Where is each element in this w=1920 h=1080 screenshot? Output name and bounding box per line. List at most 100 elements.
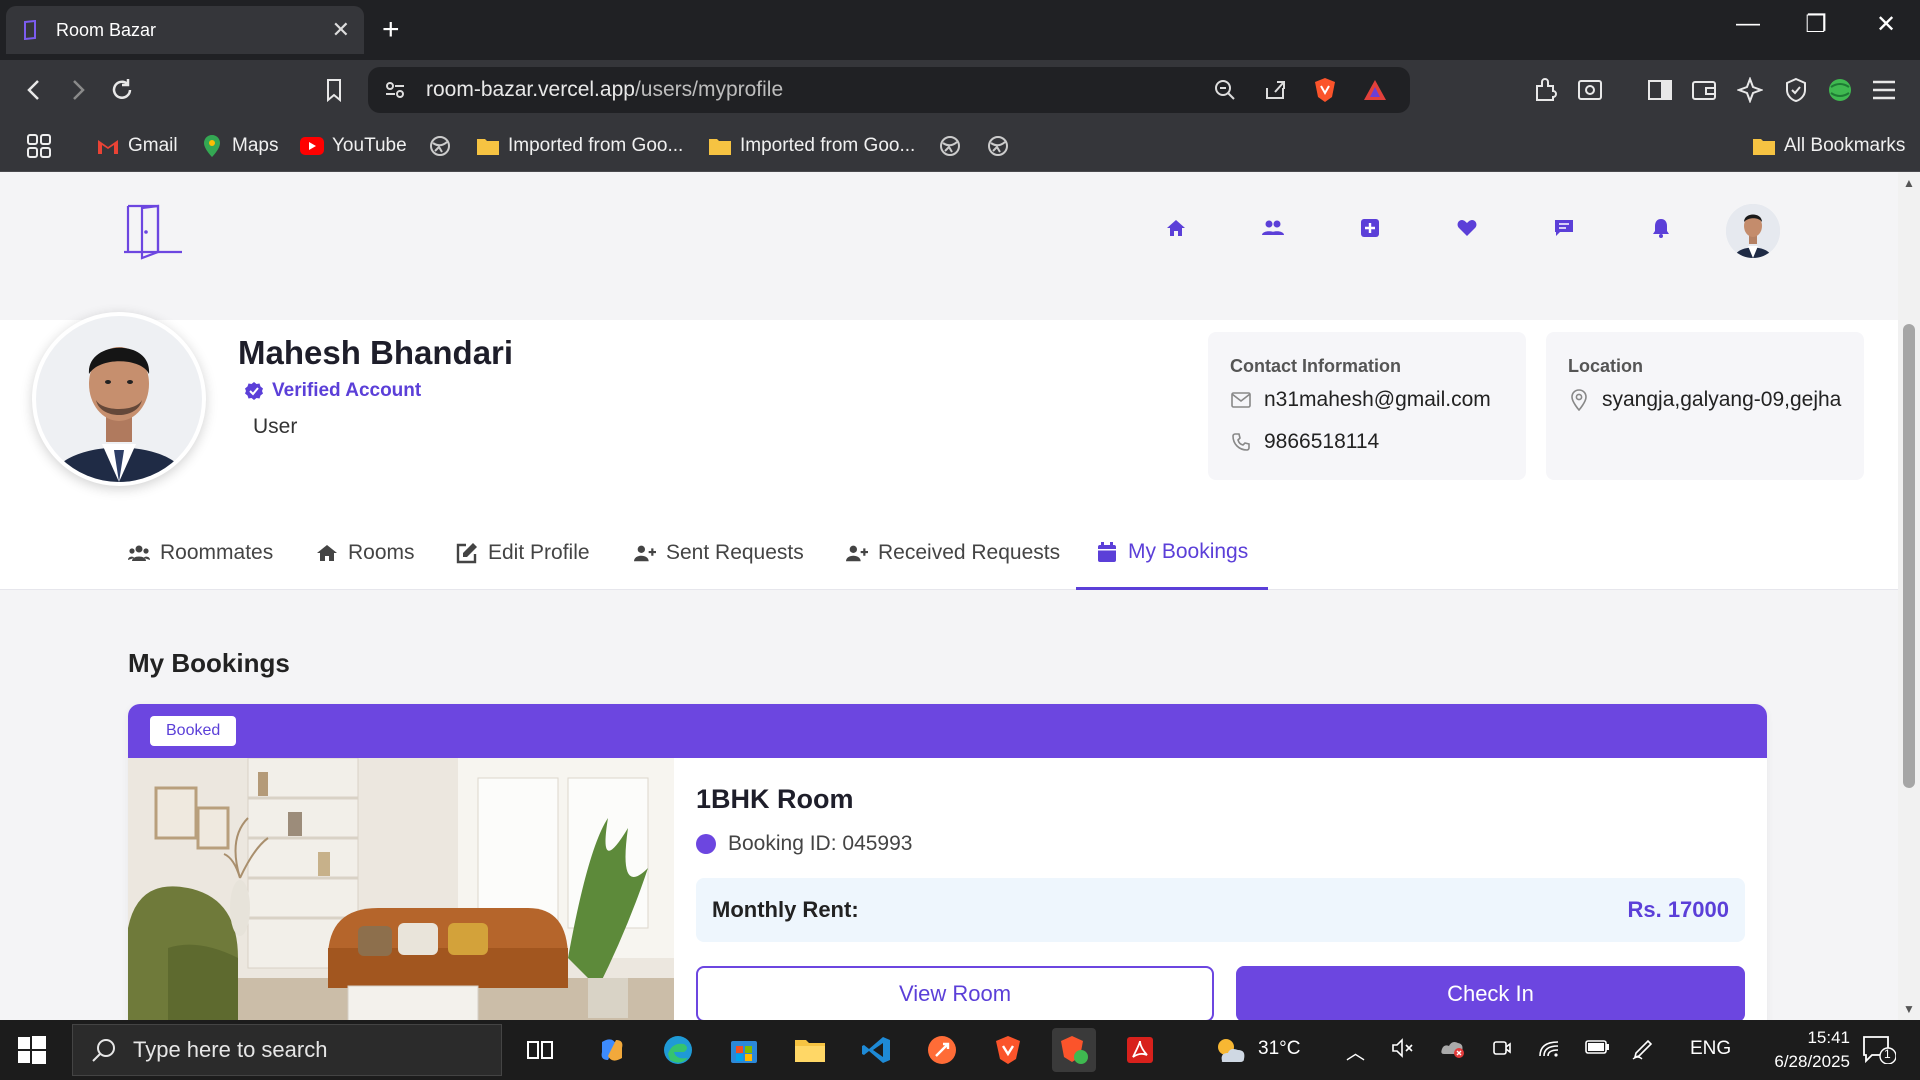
bookmark-label: Gmail (128, 135, 178, 156)
bookings-panel: My Bookings Booked 1BHK Room Booking ID:… (104, 590, 1794, 1020)
reload-icon[interactable] (106, 74, 138, 106)
tray-chevron-icon[interactable]: ︿ (1346, 1038, 1365, 1065)
browser-titlebar: Room Bazar ✕ + — ❐ ✕ (0, 0, 1920, 60)
profile-globe-icon[interactable] (1824, 74, 1856, 106)
tab-label: Edit Profile (488, 541, 590, 564)
room-image[interactable] (128, 758, 674, 1020)
tab-roommates[interactable]: Roommates (108, 516, 293, 590)
windows-start-icon[interactable] (18, 1036, 46, 1064)
bookmark-youtube[interactable]: YouTube (300, 132, 407, 160)
notification-count: 1 (1884, 1047, 1891, 1061)
folder-icon (1752, 134, 1776, 158)
all-bookmarks[interactable]: All Bookmarks (1752, 132, 1905, 160)
bell-icon[interactable] (1649, 216, 1673, 240)
vscode-icon[interactable] (854, 1028, 898, 1072)
minimize-icon[interactable]: — (1728, 10, 1768, 38)
zoom-icon[interactable] (1210, 75, 1240, 105)
bookmark-label: Imported from Goo... (508, 135, 684, 156)
profile-avatar (32, 312, 206, 486)
acrobat-icon[interactable] (1118, 1028, 1162, 1072)
file-explorer-icon[interactable] (788, 1028, 832, 1072)
store-icon[interactable] (722, 1028, 766, 1072)
bookmark-maps[interactable]: Maps (200, 132, 278, 160)
mail-icon (1230, 389, 1252, 411)
tab-close-icon[interactable]: ✕ (332, 17, 350, 43)
home-icon[interactable] (1164, 216, 1188, 240)
bookmark-folder-2[interactable]: Imported from Goo... (708, 132, 915, 160)
site-settings-icon[interactable] (380, 75, 410, 105)
all-bookmarks-label: All Bookmarks (1784, 135, 1906, 156)
phone-icon (1230, 431, 1252, 453)
brave-icon[interactable] (986, 1028, 1030, 1072)
room-title: 1BHK Room (696, 784, 854, 814)
reader-icon[interactable] (1574, 74, 1606, 106)
view-room-button[interactable]: View Room (696, 966, 1214, 1020)
check-in-button[interactable]: Check In (1236, 966, 1745, 1020)
postman-icon[interactable] (920, 1028, 964, 1072)
edge-icon[interactable] (656, 1028, 700, 1072)
monthly-rent-box: Monthly Rent: Rs. 17000 (696, 878, 1745, 942)
bookmark-folder-1[interactable]: Imported from Goo... (476, 132, 683, 160)
new-tab-icon[interactable]: + (382, 12, 400, 48)
page-scrollbar[interactable]: ▲ ▼ (1898, 172, 1920, 1020)
header-avatar[interactable] (1726, 204, 1780, 258)
scroll-down-icon[interactable]: ▼ (1903, 1002, 1915, 1016)
extensions-icon[interactable] (1530, 74, 1562, 106)
back-icon[interactable] (18, 74, 50, 106)
battery-icon[interactable] (1584, 1038, 1610, 1062)
taskbar-clock[interactable]: 15:41 6/28/2025 (1750, 1026, 1850, 1074)
tab-sent-requests[interactable]: Sent Requests (614, 516, 824, 590)
profile-tabs: Roommates Rooms Edit Profile Sent Reques… (0, 516, 1898, 590)
volume-muted-icon[interactable] (1392, 1038, 1414, 1064)
wallet-icon[interactable] (1688, 74, 1720, 106)
leo-ai-icon[interactable] (1734, 74, 1766, 106)
address-bar[interactable]: room-bazar.vercel.app/users/myprofile (368, 67, 1410, 113)
browser-tab-active[interactable]: Room Bazar ✕ (6, 6, 364, 54)
share-icon[interactable] (1260, 75, 1290, 105)
scrollbar-thumb[interactable] (1903, 324, 1915, 788)
bookmark-gmail[interactable]: Gmail (96, 132, 178, 160)
users-icon[interactable] (1261, 216, 1285, 240)
contact-info-box: Contact Information n31mahesh@gmail.com … (1208, 332, 1526, 480)
forward-icon[interactable] (62, 74, 94, 106)
sidebar-icon[interactable] (1644, 74, 1676, 106)
maps-icon (200, 134, 224, 158)
bookmark-globe-3[interactable] (986, 132, 1018, 160)
menu-icon[interactable] (1868, 74, 1900, 106)
location-value: syangja,galyang-09,gejha (1602, 388, 1842, 411)
heart-icon[interactable] (1455, 216, 1479, 240)
brave-active-icon[interactable] (1052, 1028, 1096, 1072)
notifications-icon[interactable]: 1 (1862, 1034, 1897, 1070)
bookmark-globe-2[interactable] (938, 132, 970, 160)
taskbar-search[interactable]: Type here to search (72, 1024, 502, 1076)
wifi-icon[interactable] (1538, 1038, 1562, 1064)
brave-rewards-icon[interactable] (1360, 75, 1390, 105)
language-indicator[interactable]: ENG (1690, 1038, 1731, 1060)
window-close-icon[interactable]: ✕ (1866, 10, 1906, 39)
tab-edit-profile[interactable]: Edit Profile (436, 516, 610, 590)
onedrive-error-icon[interactable] (1440, 1038, 1466, 1064)
tab-rooms[interactable]: Rooms (296, 516, 435, 590)
task-view-icon[interactable] (518, 1028, 562, 1072)
tab-my-bookings[interactable]: My Bookings (1076, 516, 1269, 590)
pen-icon[interactable] (1632, 1038, 1654, 1066)
globe-icon (938, 134, 962, 158)
add-icon[interactable] (1358, 216, 1382, 240)
verified-label: Verified Account (272, 380, 422, 401)
profile-name: Mahesh Bhandari (238, 334, 514, 371)
check-circle-icon (244, 381, 264, 401)
scroll-up-icon[interactable]: ▲ (1903, 176, 1915, 190)
meet-now-icon[interactable] (1492, 1038, 1512, 1064)
bookmark-globe-1[interactable] (428, 132, 460, 160)
tab-received-requests[interactable]: Received Requests (826, 516, 1080, 590)
copilot-icon[interactable] (590, 1028, 634, 1072)
chat-icon[interactable] (1552, 216, 1576, 240)
brave-shield-icon[interactable] (1310, 75, 1340, 105)
apps-grid-icon[interactable] (26, 132, 52, 160)
restore-icon[interactable]: ❐ (1796, 10, 1836, 39)
room-bazar-logo[interactable] (124, 202, 184, 260)
bookmark-icon[interactable] (318, 74, 350, 106)
vpn-shield-icon[interactable] (1780, 74, 1812, 106)
weather-icon[interactable] (1208, 1028, 1252, 1072)
booking-id: Booking ID: 045993 (696, 832, 912, 856)
